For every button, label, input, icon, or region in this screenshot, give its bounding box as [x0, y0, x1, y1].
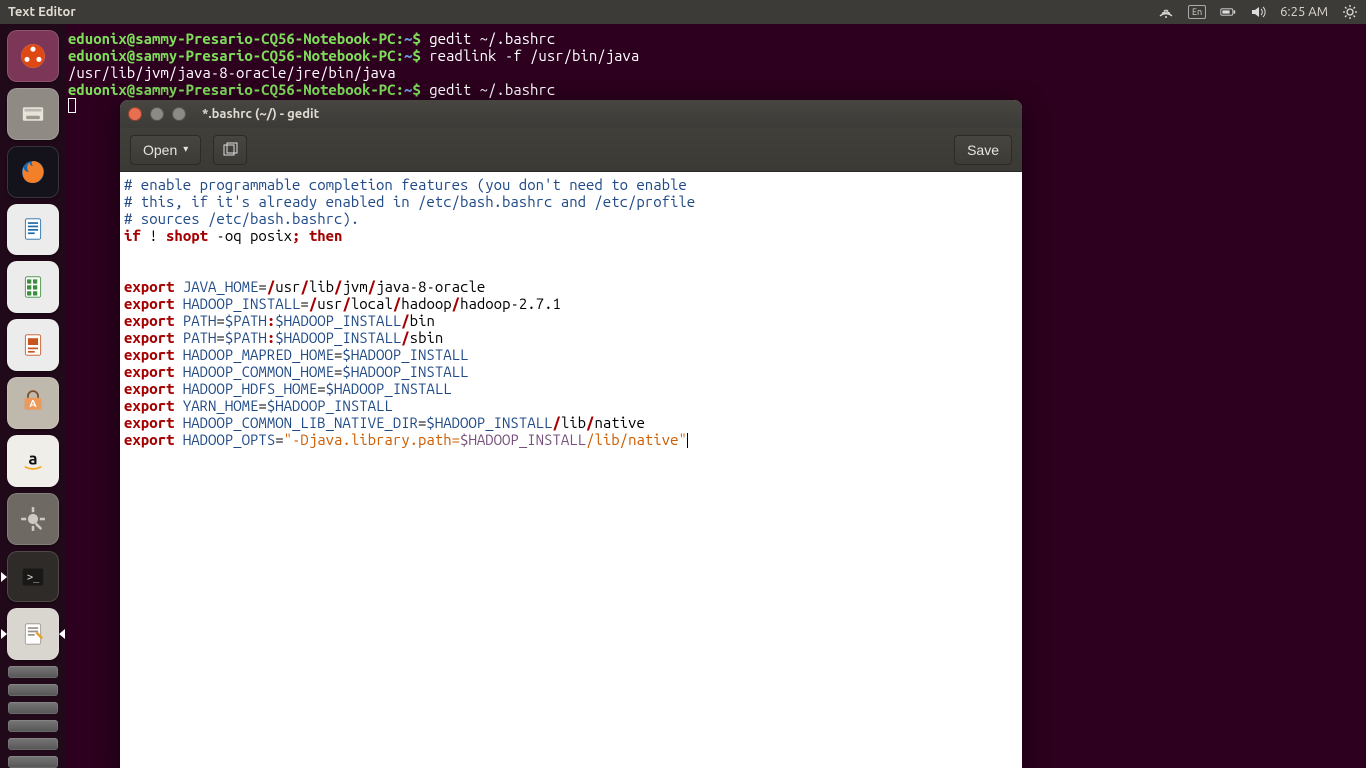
terminal-line: eduonix@sammy-Presario-CQ56-Notebook-PC:… [68, 47, 1364, 64]
svg-text:a: a [28, 449, 37, 468]
svg-text:A: A [29, 397, 37, 409]
launcher-terminal[interactable]: >_ [7, 551, 59, 603]
launcher-minimized-item[interactable] [8, 738, 58, 750]
launcher-calc[interactable] [7, 261, 59, 313]
gedit-window: *.bashrc (~/) - gedit Open▾ Save # enabl… [120, 100, 1022, 768]
launcher-gedit[interactable] [7, 608, 59, 660]
terminal-line: eduonix@sammy-Presario-CQ56-Notebook-PC:… [68, 30, 1364, 47]
window-maximize-button[interactable] [172, 107, 186, 121]
active-app-title: Text Editor [8, 5, 76, 19]
window-title: *.bashrc (~/) - gedit [202, 107, 319, 121]
launcher-impress[interactable] [7, 319, 59, 371]
open-button[interactable]: Open▾ [130, 135, 201, 165]
battery-icon[interactable] [1220, 4, 1236, 20]
terminal-line: eduonix@sammy-Presario-CQ56-Notebook-PC:… [68, 81, 1364, 98]
launcher-minimized-item[interactable] [8, 666, 58, 678]
launcher-minimized-item[interactable] [8, 684, 58, 696]
launcher-minimized-item[interactable] [8, 702, 58, 714]
launcher-settings[interactable] [7, 493, 59, 545]
top-menubar: Text Editor En 6:25 AM [0, 0, 1366, 24]
launcher-amazon[interactable]: a [7, 435, 59, 487]
window-close-button[interactable] [128, 107, 142, 121]
launcher-software-center[interactable]: A [7, 377, 59, 429]
save-button[interactable]: Save [954, 135, 1012, 165]
unity-launcher: A a >_ [0, 24, 66, 768]
clock[interactable]: 6:25 AM [1280, 5, 1328, 19]
gedit-toolbar: Open▾ Save [120, 128, 1022, 172]
launcher-minimized-item[interactable] [8, 720, 58, 732]
keyboard-lang-indicator[interactable]: En [1188, 5, 1206, 19]
gedit-titlebar[interactable]: *.bashrc (~/) - gedit [120, 100, 1022, 128]
dropdown-icon: ▾ [183, 144, 188, 155]
session-gear-icon[interactable] [1342, 4, 1358, 20]
terminal-line: /usr/lib/jvm/java-8-oracle/jre/bin/java [68, 64, 1364, 81]
launcher-dash[interactable] [7, 30, 59, 82]
window-minimize-button[interactable] [150, 107, 164, 121]
launcher-writer[interactable] [7, 204, 59, 256]
svg-text:>_: >_ [27, 572, 40, 583]
network-icon[interactable] [1158, 4, 1174, 20]
new-tab-button[interactable] [213, 135, 247, 165]
launcher-firefox[interactable] [7, 146, 59, 198]
launcher-minimized-item[interactable] [8, 756, 58, 768]
gedit-text-area[interactable]: # enable programmable completion feature… [120, 172, 1022, 768]
launcher-files[interactable] [7, 88, 59, 140]
sound-icon[interactable] [1250, 4, 1266, 20]
